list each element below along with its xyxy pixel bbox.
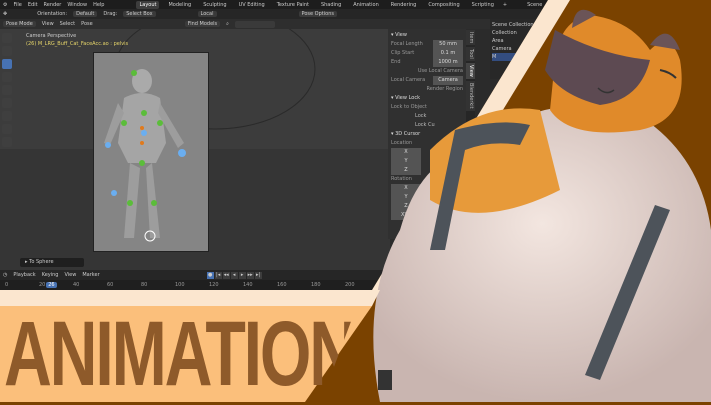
thumbnail-title: ANIMATION (4, 303, 357, 405)
